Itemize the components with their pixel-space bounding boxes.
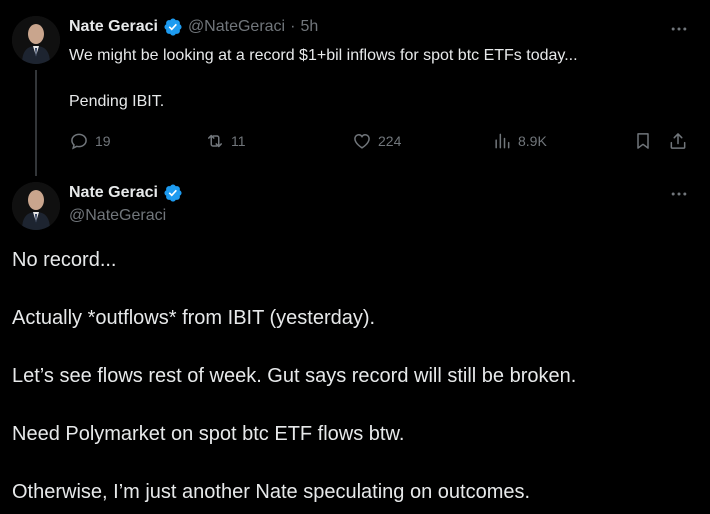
tweet-paragraph: Let’s see flows rest of week. Gut says r… [12,365,577,387]
author-name[interactable]: Nate Geraci [69,184,158,202]
tweet-paragraph: Actually *outflows* from IBIT (yesterday… [12,307,376,329]
share-button[interactable] [668,131,688,151]
tweet-paragraph: Need Polymarket on spot btc ETF flows bt… [12,423,405,445]
tweet-header: Nate Geraci [69,182,183,204]
avatar[interactable] [12,16,60,64]
verified-badge-icon [164,18,182,36]
avatar[interactable] [12,182,60,230]
more-options-button[interactable] [668,183,690,205]
tweet-paragraph: No record... [12,249,117,271]
repost-icon [208,134,222,148]
views-button[interactable]: 8.9K [492,131,547,151]
author-name[interactable]: Nate Geraci [69,18,158,36]
bookmark-icon [637,133,649,149]
views-chart-icon [495,133,510,149]
reply-count: 19 [95,133,111,149]
author-handle[interactable]: @NateGeraci [188,18,285,36]
tweet-paragraph: Otherwise, I’m just another Nate specula… [12,481,531,503]
tweet-header: Nate Geraci @NateGeraci · 5h [69,16,318,38]
more-dots-icon [671,192,687,196]
like-button[interactable]: 224 [352,131,401,151]
tweet-time[interactable]: 5h [300,18,318,36]
heart-icon [354,133,370,149]
like-count: 224 [378,133,402,149]
repost-count: 11 [231,133,246,149]
author-handle[interactable]: @NateGeraci [69,207,166,225]
share-icon [670,133,686,149]
repost-button[interactable]: 11 [205,131,246,151]
views-count: 8.9K [518,133,547,149]
reply-button[interactable]: 19 [69,131,111,151]
tweet-text-line: We might be looking at a record $1+bil i… [69,47,578,64]
tweet-text-line: Pending IBIT. [69,93,165,110]
verified-badge-icon [164,184,182,202]
thread-connector-line [35,70,37,176]
bookmark-button[interactable] [633,131,653,151]
more-dots-icon [671,27,687,31]
more-options-button[interactable] [668,18,690,40]
reply-icon [71,133,87,150]
separator-dot: · [290,18,296,35]
